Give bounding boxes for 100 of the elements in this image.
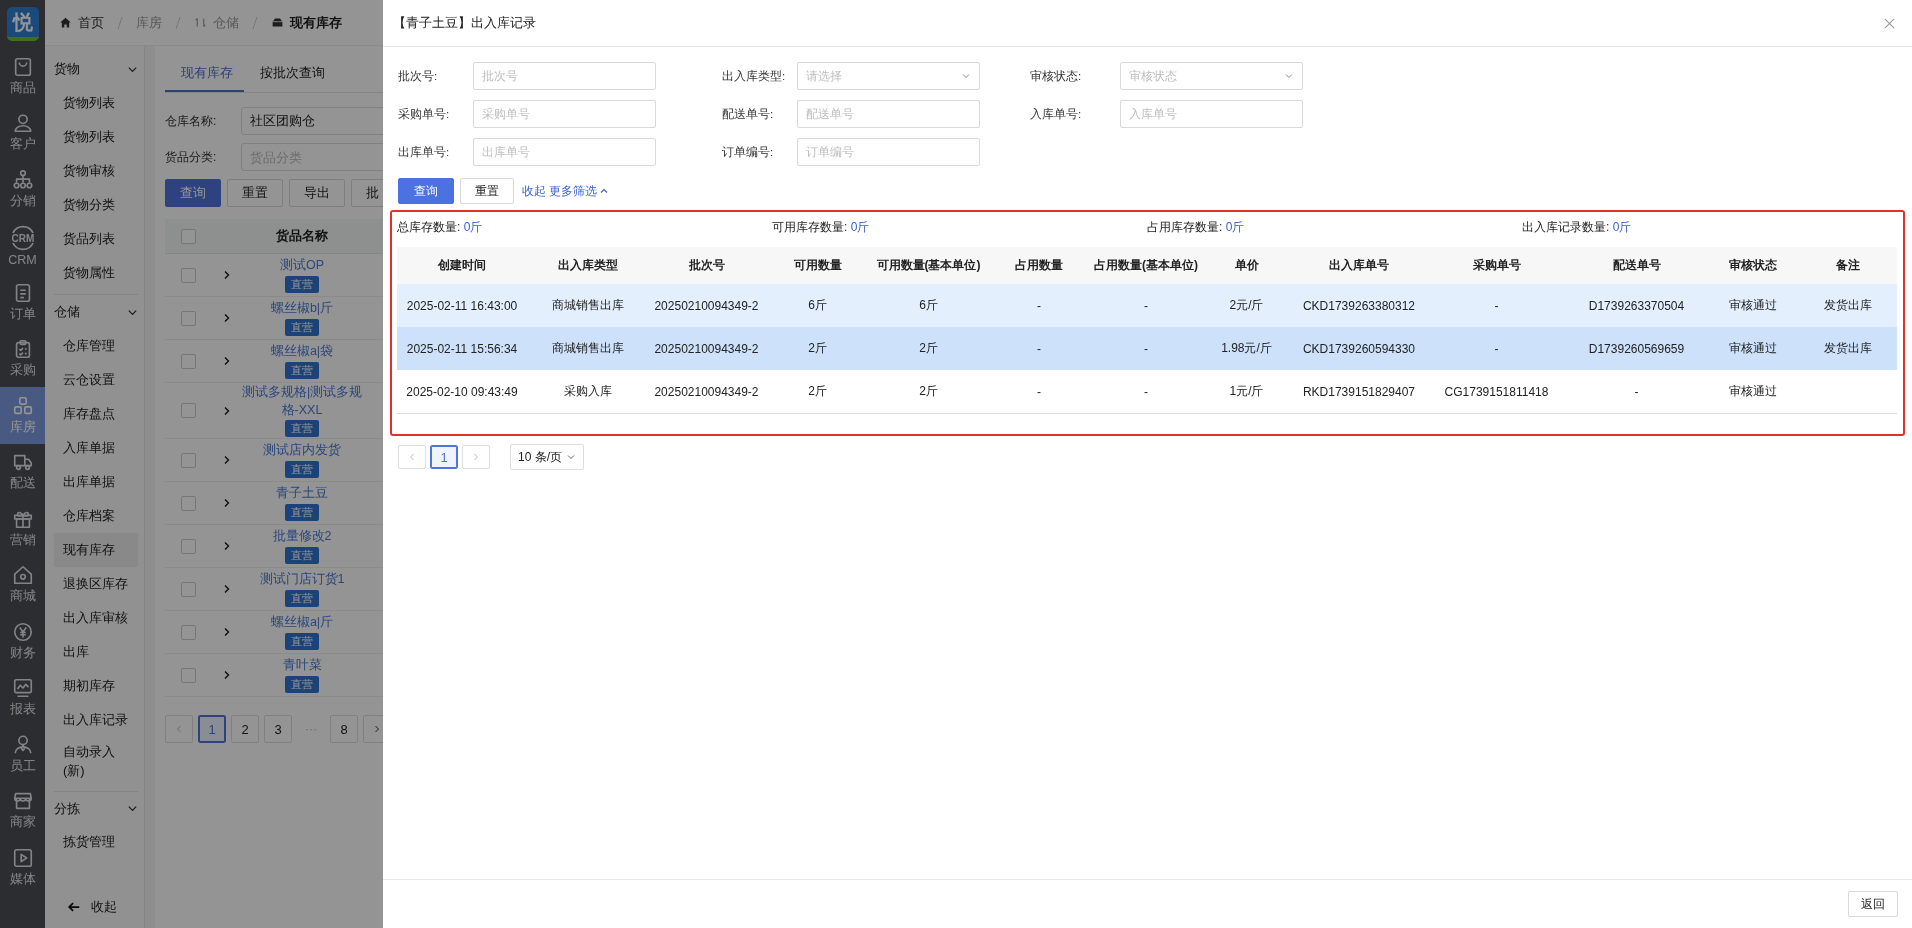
menu-item[interactable]: 现有库存 — [54, 533, 138, 567]
highlighted-row[interactable]: 2025-02-11 16:43:00 商城销售出库 20250210094349-2 6斤 6斤 - - 2元/斤 CKD1739263380312 - D1739263370504 审核通过 发货出库 — [397, 284, 1897, 327]
menu-item[interactable]: 退换区库存 — [54, 567, 138, 601]
nav-item[interactable]: 客户 — [0, 104, 45, 161]
product-link[interactable]: 螺丝椒a|斤 — [270, 614, 334, 632]
page-button[interactable]: 8 — [330, 715, 358, 743]
table-cell: 2斤 — [919, 383, 938, 400]
summary-item: 总库存数量: 0斤 — [397, 218, 484, 236]
checkbox[interactable] — [181, 228, 196, 244]
prev-page-button[interactable] — [398, 445, 426, 469]
checkbox[interactable] — [181, 403, 196, 418]
menu-item[interactable]: 库存盘点 — [54, 397, 138, 431]
nav-item[interactable]: 媒体 — [0, 839, 45, 896]
product-link[interactable]: 测试门店订货1 — [259, 571, 345, 589]
nav-item[interactable]: CRM CRM — [0, 217, 45, 274]
nav-item[interactable]: 分销 — [0, 161, 45, 218]
product-link[interactable]: 螺丝椒b|斤 — [270, 300, 334, 318]
checkbox[interactable] — [181, 624, 196, 640]
back-button[interactable]: 返回 — [1848, 891, 1898, 917]
product-link[interactable]: 青子土豆 — [276, 485, 328, 503]
menu-item[interactable]: 出库单据 — [54, 465, 138, 499]
menu-item[interactable]: 货物分类 — [54, 188, 138, 222]
input-field[interactable]: 配送单号 — [797, 100, 980, 128]
checkbox[interactable] — [181, 581, 196, 597]
menu-item[interactable]: 拣货管理 — [54, 825, 138, 860]
nav-item[interactable]: 商城 — [0, 556, 45, 613]
product-link[interactable]: 测试店内发货 — [263, 442, 341, 460]
action-button[interactable]: 导出 — [289, 179, 345, 207]
reset-button[interactable]: 重置 — [460, 178, 514, 204]
menu-group[interactable]: 货物 — [54, 52, 138, 86]
chevron-icon[interactable] — [222, 627, 232, 637]
page-button[interactable]: 1 — [430, 445, 458, 469]
menu-item[interactable]: 货物列表 — [54, 120, 138, 154]
breadcrumb-link[interactable]: 现有库存 — [290, 13, 342, 32]
menu-item[interactable]: 货品列表 — [54, 222, 138, 256]
checkbox[interactable] — [181, 267, 196, 283]
search-button[interactable]: 查询 — [165, 179, 221, 207]
table-cell: 2斤 — [808, 383, 827, 400]
chevron-icon[interactable] — [222, 405, 232, 416]
chevron-icon[interactable] — [222, 498, 232, 508]
input-field[interactable]: 入库单号 — [1120, 100, 1303, 128]
menu-item[interactable]: 出入库记录 — [54, 703, 138, 737]
tab[interactable]: 现有库存 — [165, 56, 244, 92]
product-link[interactable]: 批量修改2 — [272, 528, 332, 546]
input-field[interactable]: 采购单号 — [473, 100, 656, 128]
chevron-icon[interactable] — [222, 670, 232, 680]
menu-item[interactable]: 入库单据 — [54, 431, 138, 465]
toggle-filters-link[interactable]: 收起 更多筛选 — [522, 182, 610, 200]
chevron-icon[interactable] — [222, 584, 232, 594]
menu-item[interactable]: 期初库存 — [54, 669, 138, 703]
menu-item[interactable]: 云仓设置 — [54, 363, 138, 397]
input-field[interactable]: 出库单号 — [473, 138, 656, 166]
menu-item[interactable]: 货物列表 — [54, 86, 138, 120]
nav-item[interactable]: 报表 — [0, 669, 45, 726]
nav-item[interactable]: 营销 — [0, 500, 45, 557]
action-button[interactable]: 重置 — [227, 179, 283, 207]
nav-item[interactable]: 商家 — [0, 782, 45, 839]
input-field[interactable]: 订单编号 — [797, 138, 980, 166]
checkbox[interactable] — [181, 353, 196, 369]
product-link[interactable]: 螺丝椒a|袋 — [270, 343, 334, 361]
page-size-select[interactable]: 10 条/页 — [510, 444, 584, 470]
checkbox[interactable] — [181, 495, 196, 511]
menu-item[interactable]: 货物属性 — [54, 256, 138, 290]
nav-item[interactable]: 采购 — [0, 330, 45, 387]
chevron-icon[interactable] — [222, 541, 232, 551]
chevron-icon[interactable] — [222, 356, 232, 366]
column-header: 可用数量(基本单位) — [875, 257, 982, 274]
close-icon[interactable] — [1883, 16, 1896, 30]
nav-item[interactable]: 财务 — [0, 613, 45, 670]
page-button[interactable]: 3 — [264, 715, 292, 743]
menu-item[interactable]: 出库 — [54, 635, 138, 669]
checkbox[interactable] — [181, 667, 196, 683]
product-link[interactable]: 测试多规格|测试多规格-XXL — [238, 384, 366, 419]
tab[interactable]: 按批次查询 — [244, 56, 323, 92]
menu-item[interactable]: 货物审核 — [54, 154, 138, 188]
menu-group[interactable]: 仓储 — [54, 295, 138, 329]
chevron-icon[interactable] — [222, 313, 232, 323]
table-cell: 商城销售出库 — [551, 297, 624, 314]
menu-item[interactable]: 仓库管理 — [54, 329, 138, 363]
highlighted-row[interactable]: 2025-02-11 15:56:34 商城销售出库 20250210094349-2 2斤 2斤 - - 1.98元/斤 CKD1739260594330 - D1739260569659 审核通过 发货出库 — [397, 327, 1897, 370]
nav-item[interactable]: 商品 — [0, 48, 45, 105]
product-link[interactable]: 青叶菜 — [282, 657, 322, 675]
menu-item[interactable]: 仓库档案 — [54, 499, 138, 533]
checkbox[interactable] — [181, 310, 196, 326]
nav-item[interactable]: 员工 — [0, 726, 45, 783]
chevron-icon[interactable] — [222, 270, 232, 280]
nav-item[interactable]: 订单 — [0, 274, 45, 331]
checkbox[interactable] — [181, 538, 196, 554]
menu-item[interactable]: 自动录入(新) — [54, 737, 138, 787]
product-link[interactable]: 测试OP — [279, 257, 325, 275]
chevron-icon[interactable] — [222, 455, 232, 465]
page-button[interactable]: 2 — [231, 715, 259, 743]
breadcrumb-link[interactable]: 首页 — [78, 13, 104, 32]
menu-group[interactable]: 分拣 — [54, 791, 138, 826]
menu-item[interactable]: 出入库审核 — [54, 601, 138, 635]
checkbox[interactable] — [181, 452, 196, 468]
collapse-button[interactable]: 收起 — [67, 898, 144, 916]
input-field[interactable]: 批次号 — [473, 62, 656, 90]
search-button[interactable]: 查询 — [398, 178, 454, 204]
play-icon — [11, 846, 34, 869]
